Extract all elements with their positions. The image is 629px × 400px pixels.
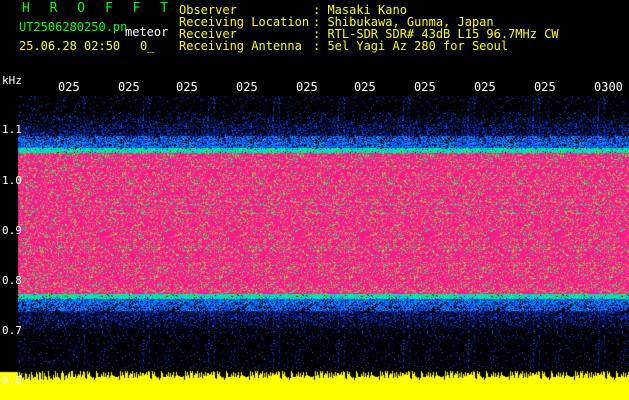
x-tick-label: 0300 bbox=[594, 80, 623, 94]
antenna-label: Receiving Antenna bbox=[179, 39, 302, 53]
unit-label: kHz bbox=[2, 74, 22, 87]
x-tick-label: 025 bbox=[414, 80, 436, 94]
header-panel: H R O F F T UT2506280250.pn meteor 25.06… bbox=[0, 0, 629, 78]
y-tick-label: 0.6 bbox=[2, 374, 22, 387]
y-tick-label: 1.0 bbox=[2, 174, 22, 187]
x-tick-label: 025 bbox=[354, 80, 376, 94]
x-tick-label: 025 bbox=[176, 80, 198, 94]
x-tick-label: 025 bbox=[474, 80, 496, 94]
y-tick-label: 0.9 bbox=[2, 224, 22, 237]
mode-label: meteor bbox=[125, 25, 169, 39]
spectrogram-canvas bbox=[0, 78, 629, 400]
y-tick-label: 1.1 bbox=[2, 123, 22, 136]
count-label: 0_ bbox=[140, 39, 155, 53]
x-tick-label: 025 bbox=[296, 80, 318, 94]
datetime-label: 25.06.28 02:50 bbox=[19, 39, 121, 53]
antenna-value: : 5el Yagi Az 280 for Seoul bbox=[313, 39, 509, 53]
x-tick-label: 025 bbox=[118, 80, 140, 94]
y-tick-label: 0.8 bbox=[2, 274, 22, 287]
filename-label: UT2506280250.pn bbox=[19, 20, 128, 34]
x-tick-label: 025 bbox=[534, 80, 556, 94]
brand-title: H R O F F T bbox=[22, 1, 175, 16]
y-tick-label: 0.7 bbox=[2, 324, 22, 337]
x-tick-label: 025 bbox=[58, 80, 80, 94]
x-tick-label: 025 bbox=[236, 80, 258, 94]
